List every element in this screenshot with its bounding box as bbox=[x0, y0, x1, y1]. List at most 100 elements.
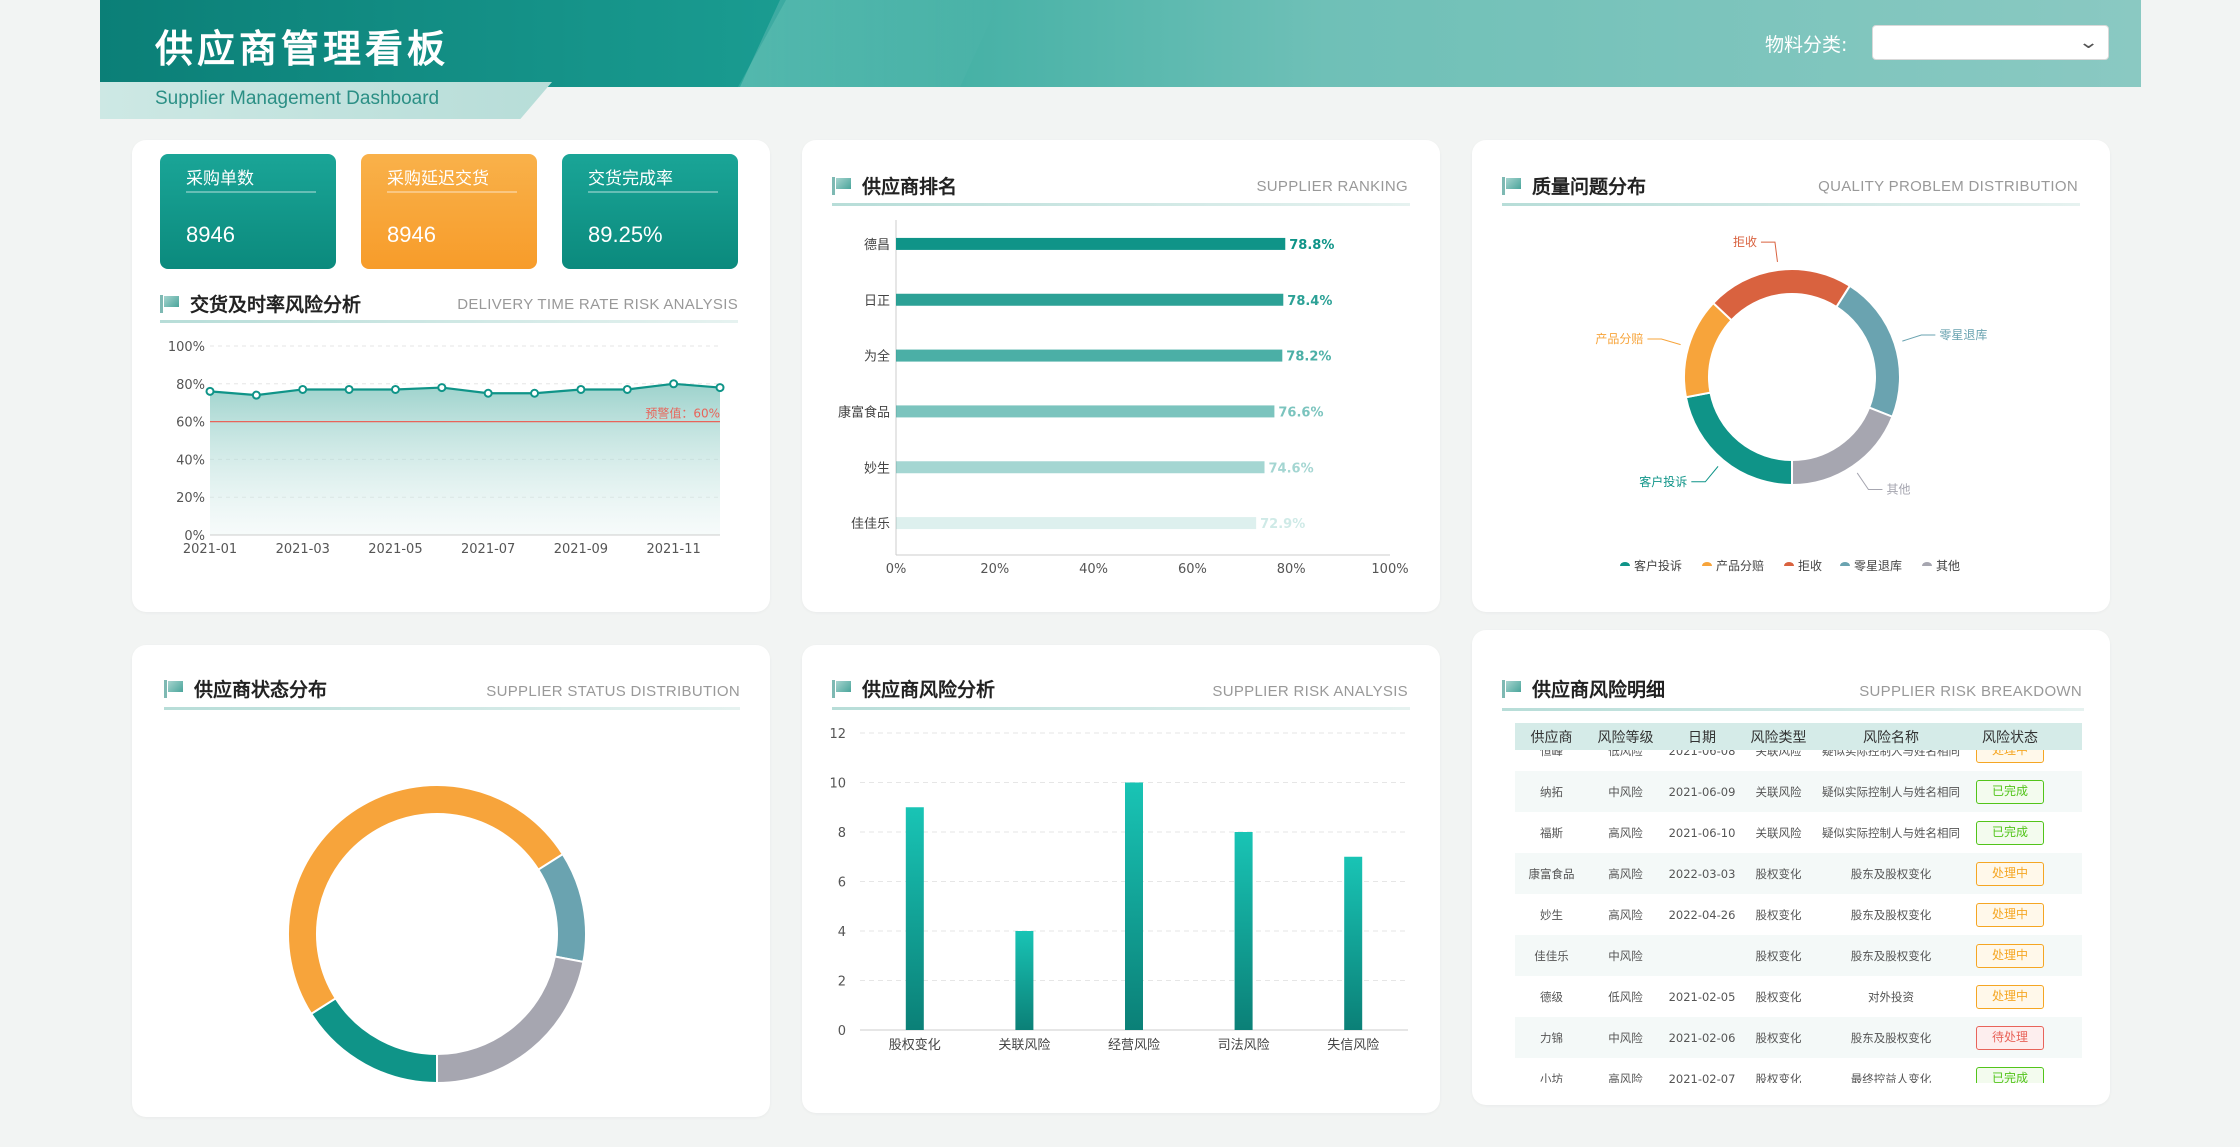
kpi-card-completion: 交货完成率 89.25% bbox=[562, 154, 738, 269]
table-row[interactable]: 福斯 高风险 2021-06-10 关联风险 疑似实际控制人与姓名相同 已完成 bbox=[1515, 812, 2082, 853]
table-cell: 股权变化 bbox=[1755, 989, 1802, 1004]
data-point bbox=[251, 390, 261, 400]
delivery-panel: 采购单数 8946 采购延迟交货 8946 交货完成率 89.25% 交货及时率… bbox=[132, 140, 770, 612]
status-cell: 处理中 bbox=[1966, 943, 2054, 968]
bar-value-label: 78.2% bbox=[1286, 350, 1331, 365]
status-cell: 处理中 bbox=[1966, 902, 2054, 927]
donut-slice bbox=[1683, 301, 1733, 399]
table-cell: 2021-02-06 bbox=[1668, 1030, 1736, 1045]
table-row[interactable]: 康富食品 高风险 2022-03-03 股权变化 股东及股权变化 处理中 bbox=[1515, 853, 2082, 894]
table-cell: 股权变化 bbox=[1755, 907, 1802, 922]
kpi-label: 交货完成率 bbox=[588, 169, 673, 189]
detail-panel: 供应商风险明细 SUPPLIER RISK BREAKDOWN 供应商 风险等级… bbox=[1472, 630, 2110, 1105]
status-badge: 处理中 bbox=[1976, 984, 2044, 1009]
table-cell: 股东及股权变化 bbox=[1850, 1030, 1932, 1045]
risk-bar-chart: 0 2 4 6 8 10 12 股权变化 关联风险 经营风险 司法风险 失信风险 bbox=[829, 727, 1408, 1053]
donut-slice bbox=[309, 996, 438, 1085]
data-point bbox=[622, 384, 632, 394]
risk-title-text: 供应商风险分析 bbox=[862, 679, 996, 701]
status-cell: 处理中 bbox=[1966, 984, 2054, 1009]
table-cell: 股权变化 bbox=[1755, 1030, 1802, 1045]
y-tick-label: 德昌 bbox=[864, 238, 890, 253]
label-leader bbox=[1691, 466, 1719, 483]
y-tick-label: 4 bbox=[838, 925, 846, 940]
y-tick-label: 为全 bbox=[864, 349, 890, 365]
status-badge: 处理中 bbox=[1976, 902, 2044, 927]
header-cell: 日期 bbox=[1688, 729, 1716, 746]
material-filter-select[interactable]: ⌄ bbox=[1872, 25, 2109, 60]
status-badge: 处理中 bbox=[1976, 943, 2044, 968]
status-cell: 已完成 bbox=[1966, 779, 2054, 804]
table-row[interactable]: 小坊 高风险 2021-02-07 股权变化 最终控益人变化 已完成 bbox=[1515, 1058, 2082, 1083]
status-cell: 待处理 bbox=[1966, 1025, 2054, 1050]
y-tick-label: 80% bbox=[176, 378, 205, 393]
x-tick-label: 2021-11 bbox=[646, 542, 700, 557]
page-subtitle: Supplier Management Dashboard bbox=[155, 88, 440, 109]
table-cell: 高风险 bbox=[1608, 1071, 1643, 1084]
kpi-card-delayed: 采购延迟交货 8946 bbox=[361, 154, 537, 269]
table-cell: 康富食品 bbox=[1528, 866, 1575, 881]
table-row[interactable]: 德级 低风险 2021-02-05 股权变化 对外投资 处理中 bbox=[1515, 976, 2082, 1017]
table-row[interactable]: 力锦 中风险 2021-02-06 股权变化 股东及股权变化 待处理 bbox=[1515, 1017, 2082, 1058]
bar bbox=[896, 517, 1257, 530]
risk-title-en: SUPPLIER RISK ANALYSIS bbox=[1212, 683, 1408, 700]
kpi-value: 8946 bbox=[387, 222, 436, 247]
table-row[interactable]: 佳佳乐 中风险 股权变化 股东及股权变化 处理中 bbox=[1515, 935, 2082, 976]
table-row[interactable]: 妙生 高风险 2022-04-26 股权变化 股东及股权变化 处理中 bbox=[1515, 894, 2082, 935]
flag-icon bbox=[160, 294, 180, 313]
table-cell: 中风险 bbox=[1608, 784, 1643, 799]
ranking-title-text: 供应商排名 bbox=[862, 176, 958, 198]
table-cell: 疑似实际控制人与姓名相同 bbox=[1822, 825, 1960, 840]
title-underline bbox=[160, 320, 738, 323]
ranking-bar-chart: 0% 20% 40% 60% 80% 100% 德昌 78.8% 日正 78.4% 为全 78.2% 康… bbox=[838, 220, 1409, 577]
delivery-title-en: DELIVERY TIME RATE RISK ANALYSIS bbox=[457, 296, 738, 313]
header-cell: 风险类型 bbox=[1750, 729, 1807, 746]
status-cell: 处理中 bbox=[1966, 861, 2054, 886]
table-cell: 高风险 bbox=[1608, 907, 1643, 922]
table-body[interactable]: 恒峰低风险2021-06-08关联风险疑似实际控制人与姓名相同处理中纳拓中风险2… bbox=[1515, 730, 2082, 1083]
risk-title: 供应商风险分析 bbox=[832, 675, 995, 702]
quality-donut-chart: 客户投诉产品分赔拒收零星退库其他客户投诉 产品分赔 拒收 零星退库 其他 bbox=[1595, 235, 1987, 573]
delivery-title: 交货及时率风险分析 bbox=[160, 290, 361, 317]
x-tick-label: 2021-09 bbox=[554, 542, 608, 557]
data-point bbox=[390, 384, 400, 394]
quality-title: 质量问题分布 bbox=[1502, 172, 1646, 199]
slice-label: 拒收 bbox=[1733, 235, 1757, 249]
delivery-line-chart: 0%20%40%60%80%100%预警值：60%2021-01 2021-03 2… bbox=[168, 340, 725, 557]
bar bbox=[896, 405, 1275, 418]
label-leader bbox=[1902, 334, 1936, 342]
table-cell: 股权变化 bbox=[1755, 1071, 1802, 1084]
x-tick-label: 40% bbox=[1079, 562, 1108, 577]
table-cell: 2021-06-09 bbox=[1668, 784, 1736, 799]
quality-title-en: QUALITY PROBLEM DISTRIBUTION bbox=[1818, 178, 2078, 195]
table-cell: 中风险 bbox=[1608, 1030, 1643, 1045]
data-point bbox=[483, 388, 493, 398]
y-tick-label: 佳佳乐 bbox=[851, 517, 890, 532]
table-cell: 2022-04-26 bbox=[1668, 907, 1736, 922]
data-point bbox=[437, 383, 447, 393]
quality-panel: 质量问题分布 QUALITY PROBLEM DISTRIBUTION 客户投诉… bbox=[1472, 140, 2110, 612]
detail-title: 供应商风险明细 bbox=[1502, 675, 1665, 702]
header-cell: 供应商 bbox=[1530, 729, 1573, 746]
table-cell: 高风险 bbox=[1608, 825, 1643, 840]
detail-title-text: 供应商风险明细 bbox=[1532, 679, 1666, 701]
data-point bbox=[344, 384, 354, 394]
ranking-title: 供应商排名 bbox=[832, 172, 957, 199]
data-point bbox=[715, 383, 725, 393]
y-tick-label: 40% bbox=[176, 453, 205, 468]
kpi-divider bbox=[186, 191, 316, 193]
table-cell: 股东及股权变化 bbox=[1850, 866, 1932, 881]
bar bbox=[896, 349, 1283, 362]
label-leader bbox=[1760, 241, 1778, 262]
y-tick-label: 10 bbox=[829, 777, 846, 792]
table-row[interactable]: 纳拓 中风险 2021-06-09 关联风险 疑似实际控制人与姓名相同 已完成 bbox=[1515, 771, 2082, 812]
flag-icon bbox=[832, 176, 852, 195]
table-cell: 佳佳乐 bbox=[1534, 948, 1569, 963]
title-underline bbox=[832, 203, 1410, 206]
table-cell: 福斯 bbox=[1540, 825, 1563, 840]
status-cell: 已完成 bbox=[1966, 820, 2054, 845]
table-cell: 疑似实际控制人与姓名相同 bbox=[1822, 784, 1960, 799]
legend-label: 拒收 bbox=[1798, 559, 1822, 573]
x-tick-label: 60% bbox=[1178, 562, 1207, 577]
flag-icon bbox=[1502, 679, 1522, 698]
